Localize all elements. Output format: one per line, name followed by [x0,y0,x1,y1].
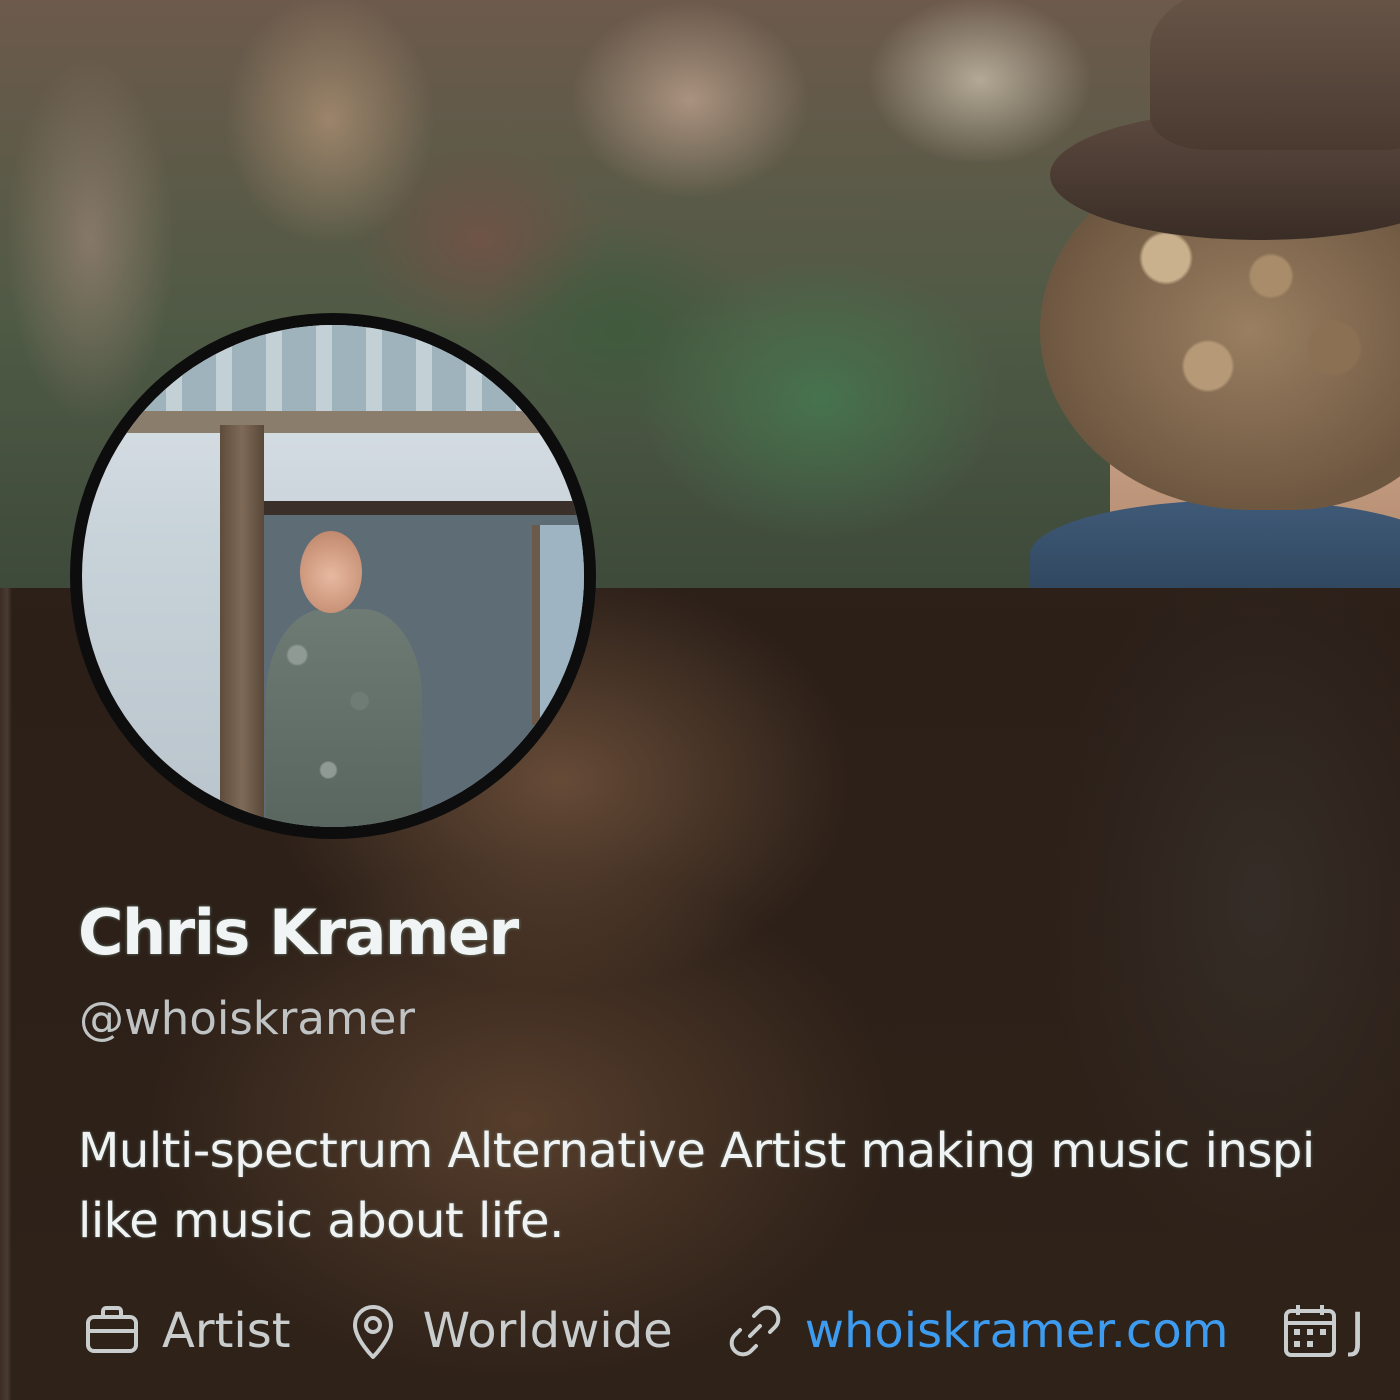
display-name: Chris Kramer [78,896,519,969]
avatar-person-body [266,609,422,827]
meta-profession: Artist [80,1299,291,1363]
banner-hat-crown [1150,0,1400,150]
joined-label: J [1350,1303,1365,1359]
avatar-photo [82,325,584,827]
profile-meta-row: Artist Worldwide whoiskramer.com J [80,1296,1400,1366]
bio-line: like music about life. [78,1193,564,1249]
profession-label: Artist [162,1303,291,1359]
meta-location: Worldwide [341,1299,673,1363]
location-pin-icon [352,1305,393,1359]
avatar-post [220,425,264,827]
profile-screen: Chris Kramer @whoiskramer Multi-spectrum… [0,0,1400,1400]
avatar-beam [82,411,584,433]
avatar-window [532,525,584,725]
calendar-icon [1284,1305,1337,1357]
avatar-roof [82,325,584,417]
profile-bio: Multi-spectrum Alternative Artist making… [78,1116,1400,1256]
avatar-person-head [300,531,362,613]
link-icon [729,1305,781,1357]
bio-line: Multi-spectrum Alternative Artist making… [78,1123,1315,1179]
banner-person-shirt [1030,500,1400,588]
briefcase-icon [86,1306,138,1353]
location-label: Worldwide [422,1303,673,1359]
meta-website: whoiskramer.com [723,1299,1229,1363]
user-handle: @whoiskramer [79,992,415,1045]
meta-joined: J [1278,1299,1365,1363]
profile-avatar[interactable] [70,313,596,839]
website-link[interactable]: whoiskramer.com [805,1303,1229,1359]
